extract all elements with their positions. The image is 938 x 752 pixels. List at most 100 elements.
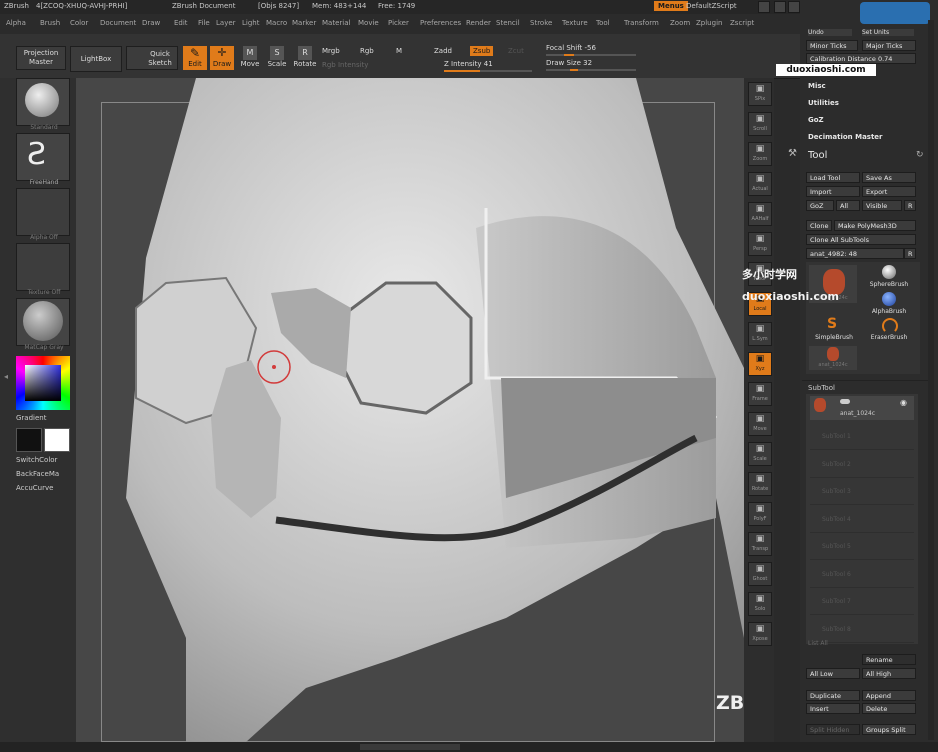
rotate-button[interactable]: R Rotate <box>292 46 318 70</box>
shelf-polyf-button[interactable]: ▣ PolyF <box>748 502 772 526</box>
insert-button[interactable]: Insert <box>806 703 860 714</box>
menu-stencil[interactable]: Stencil <box>496 19 520 27</box>
subtool-visibility-icon[interactable]: ◉ <box>900 398 907 407</box>
alpha-thumbnail[interactable] <box>16 188 70 236</box>
menu-material[interactable]: Material <box>322 19 350 27</box>
subtool-slot[interactable]: SubTool 2 <box>810 452 914 478</box>
m-button[interactable]: M <box>396 47 402 55</box>
draw-size-slider[interactable]: Draw Size 32 <box>546 59 592 67</box>
section-decimation-master[interactable]: Decimation Master <box>808 133 883 141</box>
skull-sculpt[interactable] <box>76 78 744 742</box>
subtool-active-item[interactable]: ◉ anat_1024c <box>810 396 914 420</box>
menu-light[interactable]: Light <box>242 19 259 27</box>
backface-mask-button[interactable]: BackFaceMa <box>16 470 59 478</box>
secondary-color-swatch[interactable] <box>16 428 42 452</box>
shelf-actual-button[interactable]: ▣ Actual <box>748 172 772 196</box>
calibration-distance-slider[interactable]: Calibration Distance 0.74 <box>806 53 916 64</box>
menu-zscript[interactable]: Zscript <box>730 19 754 27</box>
rename-button[interactable]: Rename <box>862 654 916 665</box>
menu-stroke[interactable]: Stroke <box>530 19 552 27</box>
quick-sketch-button[interactable]: Quick Sketch <box>126 46 178 70</box>
mrgb-button[interactable]: Mrgb <box>322 47 340 55</box>
subtool-slot[interactable]: SubTool 4 <box>810 507 914 533</box>
subtool-title[interactable]: SubTool <box>808 384 835 392</box>
z-intensity-slider[interactable]: Z Intensity 41 <box>444 60 493 68</box>
menu-color[interactable]: Color <box>70 19 88 27</box>
shelf-spix-button[interactable]: ▣ SPix <box>748 82 772 106</box>
shelf-rotate-button[interactable]: ▣ Rotate <box>748 472 772 496</box>
main-color-swatch[interactable] <box>44 428 70 452</box>
goz-button[interactable]: GoZ <box>806 200 834 211</box>
shelf-persp-button[interactable]: ▣ Persp <box>748 232 772 256</box>
rgb-intensity-slider[interactable]: Rgb Intensity <box>322 61 368 69</box>
menu-tool[interactable]: Tool <box>596 19 610 27</box>
section-misc[interactable]: Misc <box>808 82 826 90</box>
focal-shift-slider[interactable]: Focal Shift -56 <box>546 44 596 52</box>
switch-color-button[interactable]: SwitchColor <box>16 456 57 464</box>
zcut-button[interactable]: Zcut <box>508 47 524 55</box>
gradient-label[interactable]: Gradient <box>16 414 46 422</box>
delete-button[interactable]: Delete <box>862 703 916 714</box>
load-tool-button[interactable]: Load Tool <box>806 172 860 183</box>
tool-simplebrush[interactable]: S SimpleBrush <box>809 316 859 344</box>
duplicate-button[interactable]: Duplicate <box>806 690 860 701</box>
menu-transform[interactable]: Transform <box>624 19 659 27</box>
tool-anat-1024c-small[interactable]: anat_1024c <box>809 346 857 370</box>
script-name[interactable]: DefaultZScript <box>686 2 737 10</box>
menu-preferences[interactable]: Preferences <box>420 19 461 27</box>
menu-document[interactable]: Document <box>100 19 136 27</box>
tool-alphabrush[interactable]: AlphaBrush <box>864 292 914 318</box>
subtool-slot[interactable]: SubTool 1 <box>810 424 914 450</box>
subtool-slot[interactable]: SubTool 5 <box>810 534 914 560</box>
section-goz[interactable]: GoZ <box>808 116 824 124</box>
subtool-slot[interactable]: SubTool 6 <box>810 562 914 588</box>
section-utilities[interactable]: Utilities <box>808 99 839 107</box>
menus-button[interactable]: Menus <box>654 1 688 11</box>
all-low-button[interactable]: All Low <box>806 668 860 679</box>
make-polymesh-button[interactable]: Make PolyMesh3D <box>834 220 916 231</box>
zsub-button[interactable]: Zsub <box>470 46 494 56</box>
menu-macro[interactable]: Macro <box>266 19 287 27</box>
color-picker[interactable] <box>16 356 70 410</box>
palette-scrollbar[interactable] <box>928 20 934 740</box>
zadd-button[interactable]: Zadd <box>434 47 452 55</box>
material-thumbnail[interactable] <box>16 298 70 346</box>
shelf-ghost-button[interactable]: ▣ Ghost <box>748 562 772 586</box>
menu-draw[interactable]: Draw <box>142 19 160 27</box>
shelf-solo-button[interactable]: ▣ Solo <box>748 592 772 616</box>
groups-split-button[interactable]: Groups Split <box>862 724 916 735</box>
split-hidden-button[interactable]: Split Hidden <box>806 724 860 735</box>
append-button[interactable]: Append <box>862 690 916 701</box>
bottom-tray-handle[interactable] <box>360 744 460 750</box>
projection-master-button[interactable]: Projection Master <box>16 46 66 70</box>
menu-picker[interactable]: Picker <box>388 19 409 27</box>
texture-thumbnail[interactable] <box>16 243 70 291</box>
rgb-button[interactable]: Rgb <box>360 47 374 55</box>
save-as-button[interactable]: Save As <box>862 172 916 183</box>
clone-button[interactable]: Clone <box>806 220 832 231</box>
goz-all-button[interactable]: All <box>836 200 860 211</box>
tool-spherebrush[interactable]: SphereBrush <box>864 265 914 291</box>
shelf-xyz-button[interactable]: ▣ Xyz <box>748 352 772 376</box>
import-button[interactable]: Import <box>806 186 860 197</box>
accucurve-button[interactable]: AccuCurve <box>16 484 53 492</box>
tool-eraserbrush[interactable]: EraserBrush <box>864 318 914 344</box>
shelf-zoom-button[interactable]: ▣ Zoom <box>748 142 772 166</box>
list-all-button[interactable]: List All <box>808 640 828 647</box>
menu-brush[interactable]: Brush <box>40 19 60 27</box>
visible-button[interactable]: Visible <box>862 200 902 211</box>
minor-ticks-button[interactable]: Minor Ticks <box>806 40 858 51</box>
all-high-button[interactable]: All High <box>862 668 916 679</box>
menu-zplugin[interactable]: Zplugin <box>696 19 722 27</box>
brush-thumbnail[interactable] <box>16 78 70 126</box>
set-units-button[interactable]: Set Units <box>862 29 914 36</box>
help-icon[interactable] <box>758 1 770 13</box>
tool-reset-icon[interactable]: ↻ <box>916 150 924 160</box>
shelf-aahalf-button[interactable]: ▣ AAHalf <box>748 202 772 226</box>
subtool-slot[interactable]: SubTool 7 <box>810 589 914 615</box>
tool-title[interactable]: Tool <box>808 150 827 161</box>
minimize-icon[interactable] <box>774 1 786 13</box>
close-icon[interactable] <box>788 1 800 13</box>
color-saturation-square[interactable] <box>25 365 61 401</box>
export-button[interactable]: Export <box>862 186 916 197</box>
